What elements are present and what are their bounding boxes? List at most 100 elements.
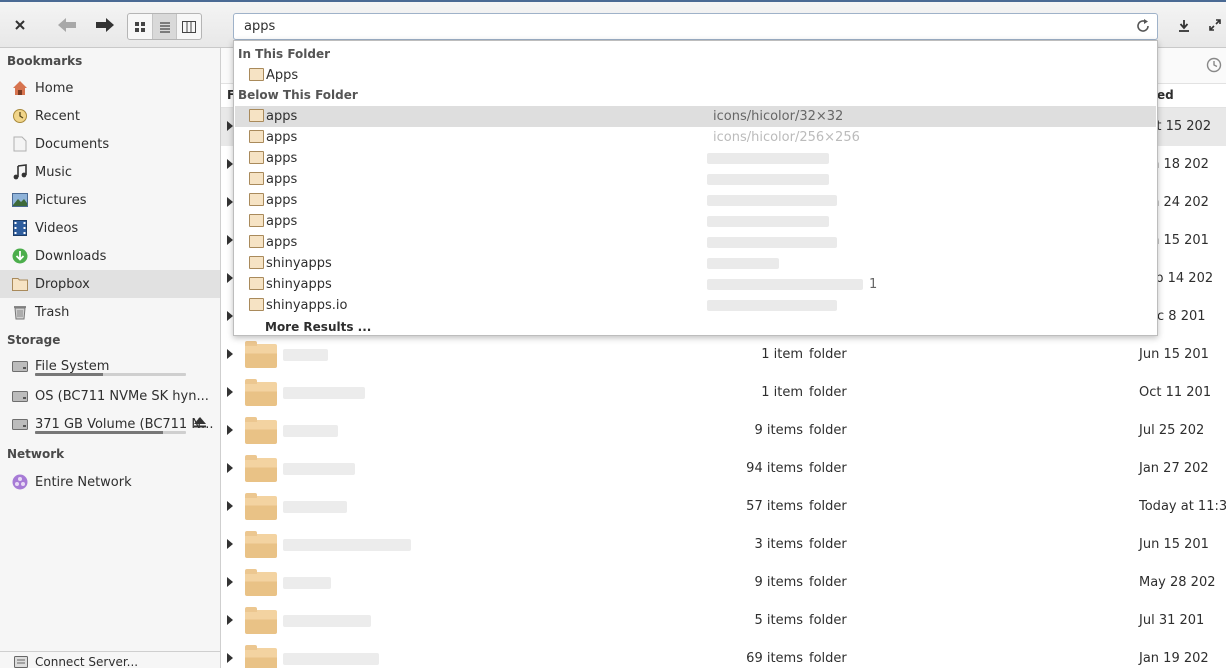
- drive-icon: [12, 358, 28, 374]
- columns-icon: [182, 20, 197, 33]
- expand-arrow-icon[interactable]: [227, 615, 233, 625]
- result-name: apps: [266, 235, 298, 250]
- back-button[interactable]: [54, 12, 80, 38]
- network-icon: [12, 474, 28, 490]
- icon-view-button[interactable]: [128, 14, 153, 39]
- redacted-name: [283, 463, 355, 475]
- expand-arrow-icon[interactable]: [227, 463, 233, 473]
- folder-icon: [249, 172, 264, 185]
- search-result-item[interactable]: apps: [235, 211, 1156, 232]
- server-icon: [14, 655, 28, 668]
- sidebar-item-home[interactable]: Home: [0, 74, 220, 102]
- row-size: 9 items: [754, 423, 803, 438]
- sidebar-item-os-drive[interactable]: OS (BC711 NVMe SK hyn...: [0, 382, 220, 410]
- folder-icon: [249, 235, 264, 248]
- row-modified: Jul 25 202: [1139, 423, 1205, 438]
- table-row[interactable]: 1 item folder Jun 15 201: [221, 336, 1226, 374]
- row-kind: folder: [809, 347, 847, 362]
- table-row[interactable]: 69 items folder Jan 19 202: [221, 640, 1226, 668]
- maximize-button[interactable]: [1204, 12, 1226, 38]
- location-input[interactable]: apps: [233, 13, 1158, 40]
- row-kind: folder: [809, 499, 847, 514]
- row-size: 1 item: [761, 347, 803, 362]
- sidebar-item-label: Dropbox: [35, 276, 90, 292]
- search-result-item[interactable]: shinyapps.io: [235, 295, 1156, 316]
- downloads-icon: [12, 248, 28, 264]
- connect-server-button[interactable]: Connect Server...: [0, 651, 220, 668]
- location-text: apps: [244, 19, 276, 34]
- file-system-usage-bar: [35, 373, 186, 376]
- folder-icon: [245, 531, 277, 558]
- sidebar-item-label: Entire Network: [35, 474, 132, 490]
- videos-icon: [12, 220, 28, 236]
- sidebar-item-label: OS (BC711 NVMe SK hyn...: [35, 388, 209, 404]
- sidebar-item-label: Home: [35, 80, 74, 96]
- eject-icon[interactable]: [194, 417, 206, 431]
- sidebar-item-dropbox[interactable]: Dropbox: [0, 270, 220, 298]
- expand-arrow-icon[interactable]: [227, 387, 233, 397]
- table-row[interactable]: 57 items folder Today at 11:3: [221, 488, 1226, 526]
- search-result-item[interactable]: apps: [235, 190, 1156, 211]
- sidebar-item-entire-network[interactable]: Entire Network: [0, 468, 220, 496]
- maximize-icon: [1209, 19, 1221, 31]
- drive-icon: [12, 416, 28, 432]
- forward-button[interactable]: [92, 12, 118, 38]
- result-path: icons/hicolor/256×256: [713, 130, 860, 145]
- search-result-item[interactable]: apps: [235, 148, 1156, 169]
- column-view-button[interactable]: [177, 14, 201, 39]
- more-results-link[interactable]: More Results ...: [265, 320, 371, 334]
- download-button[interactable]: [1173, 12, 1195, 38]
- folder-icon: [245, 341, 277, 368]
- column-modified-header[interactable]: ed: [1157, 88, 1174, 102]
- close-button[interactable]: [8, 12, 32, 38]
- expand-arrow-icon[interactable]: [227, 501, 233, 511]
- expand-arrow-icon[interactable]: [227, 539, 233, 549]
- search-result-item[interactable]: shinyapps: [235, 253, 1156, 274]
- grid-icon: [134, 21, 145, 32]
- folder-icon: [245, 607, 277, 634]
- table-row[interactable]: 1 item folder Oct 11 201: [221, 374, 1226, 412]
- folder-icon: [245, 379, 277, 406]
- table-row[interactable]: 94 items folder Jan 27 202: [221, 450, 1226, 488]
- row-kind: folder: [809, 461, 847, 476]
- result-path: 1: [869, 277, 878, 292]
- search-result-item[interactable]: Apps: [235, 65, 1156, 86]
- folder-icon: [249, 256, 264, 269]
- table-row[interactable]: 5 items folder Jul 31 201: [221, 602, 1226, 640]
- reload-icon[interactable]: [1135, 18, 1151, 38]
- expand-arrow-icon[interactable]: [227, 349, 233, 359]
- search-result-item[interactable]: shinyapps 1: [235, 274, 1156, 295]
- table-row[interactable]: 9 items folder Jul 25 202: [221, 412, 1226, 450]
- redacted-path: [707, 153, 829, 164]
- sidebar-item-label: Videos: [35, 220, 79, 236]
- history-icon[interactable]: [1206, 57, 1222, 77]
- table-row[interactable]: 9 items folder May 28 202: [221, 564, 1226, 602]
- sidebar-item-documents[interactable]: Documents: [0, 130, 220, 158]
- result-name: shinyapps.io: [266, 298, 348, 313]
- sidebar-item-downloads[interactable]: Downloads: [0, 242, 220, 270]
- expand-arrow-icon[interactable]: [227, 653, 233, 663]
- sidebar-item-label: Trash: [35, 304, 70, 320]
- table-row[interactable]: 3 items folder Jun 15 201: [221, 526, 1226, 564]
- redacted-path: [707, 237, 837, 248]
- expand-arrow-icon[interactable]: [227, 425, 233, 435]
- folder-icon: [245, 493, 277, 520]
- folder-icon: [245, 569, 277, 596]
- sidebar-item-videos[interactable]: Videos: [0, 214, 220, 242]
- sidebar-item-trash[interactable]: Trash: [0, 298, 220, 326]
- redacted-name: [283, 349, 328, 361]
- redacted-name: [283, 425, 338, 437]
- search-result-item[interactable]: apps: [235, 169, 1156, 190]
- arrow-left-icon: [58, 18, 76, 32]
- pictures-icon: [12, 192, 28, 208]
- expand-arrow-icon[interactable]: [227, 577, 233, 587]
- sidebar-item-music[interactable]: Music: [0, 158, 220, 186]
- sidebar-item-recent[interactable]: Recent: [0, 102, 220, 130]
- search-result-item[interactable]: apps icons/hicolor/256×256: [235, 127, 1156, 148]
- search-result-item[interactable]: apps: [235, 232, 1156, 253]
- search-result-item[interactable]: apps icons/hicolor/32×32: [235, 106, 1156, 127]
- folder-icon: [249, 277, 264, 290]
- sidebar-item-pictures[interactable]: Pictures: [0, 186, 220, 214]
- list-view-button[interactable]: [152, 14, 178, 39]
- result-name: apps: [266, 130, 298, 145]
